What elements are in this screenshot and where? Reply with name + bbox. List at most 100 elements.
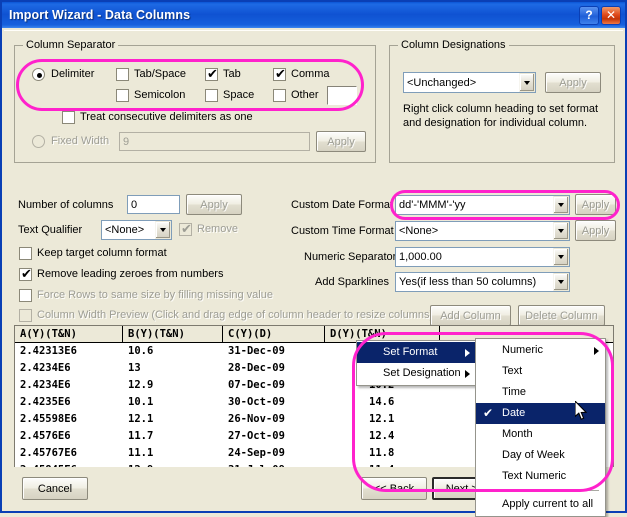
chevron-down-icon[interactable] [553, 248, 569, 266]
delimiter-radio[interactable] [32, 68, 45, 81]
grid-column-header[interactable]: B(Y)(T&N) [123, 326, 223, 342]
numeric-separator-label: Numeric Separator [304, 251, 396, 263]
cancel-button[interactable]: Cancel [22, 477, 88, 500]
column-designation-dropdown[interactable]: <Unchanged> [403, 72, 536, 93]
grid-cell[interactable]: 2.42313E6 [15, 343, 123, 360]
grid-cell[interactable]: 2.4234E6 [15, 360, 123, 377]
grid-cell[interactable]: 10.6 [123, 343, 223, 360]
label-keep-target-format: Keep target column format [37, 247, 167, 259]
custom-date-format-apply-button[interactable]: Apply [575, 194, 616, 215]
grid-cell[interactable]: 12.1 [364, 411, 479, 428]
grid-cell[interactable]: 11.7 [123, 428, 223, 445]
help-icon[interactable]: ? [579, 6, 599, 25]
grid-cell[interactable]: 31-Dec-09 [223, 343, 325, 360]
submenu-arrow-icon [465, 370, 470, 378]
delimiter-label: Delimiter [51, 68, 94, 80]
submenu-arrow-icon [594, 347, 599, 355]
menu-item-time[interactable]: Time [476, 382, 605, 403]
delete-column-button[interactable]: Delete Column [518, 305, 605, 326]
chevron-down-icon[interactable] [519, 73, 535, 92]
menu-item-month[interactable]: Month [476, 424, 605, 445]
checkbox-comma[interactable]: ✔ [273, 68, 286, 81]
custom-date-format-dropdown[interactable]: dd'-'MMM'-'yy [395, 195, 570, 215]
menu-item-numeric[interactable]: Numeric [476, 340, 605, 361]
menu-item-set-designation[interactable]: Set Designation [357, 363, 476, 384]
chevron-down-icon[interactable] [553, 196, 569, 214]
checkbox-space[interactable] [205, 89, 218, 102]
numeric-separator-value: 1,000.00 [396, 251, 553, 263]
grid-cell[interactable]: 26-Nov-09 [223, 411, 325, 428]
menu-item-label: Apply current to all [502, 498, 593, 510]
menu-item-text-numeric[interactable]: Text Numeric [476, 466, 605, 487]
custom-time-format-apply-button[interactable]: Apply [575, 220, 616, 241]
grid-cell[interactable]: 12.1 [123, 411, 223, 428]
checkbox-keep-target-format[interactable] [19, 247, 32, 260]
back-button[interactable]: << Back [361, 477, 427, 500]
chevron-down-icon[interactable] [553, 273, 569, 291]
label-column-width-preview: Column Width Preview (Click and drag edg… [37, 309, 433, 321]
grid-cell[interactable]: 11.1 [123, 445, 223, 462]
fixed-width-label: Fixed Width [51, 135, 109, 147]
grid-cell[interactable]: 2.4576E6 [15, 428, 123, 445]
grid-cell[interactable]: 2.45598E6 [15, 411, 123, 428]
add-sparklines-dropdown[interactable]: Yes(if less than 50 columns) [395, 272, 570, 292]
column-designation-apply-button[interactable]: Apply [545, 72, 601, 93]
checkbox-column-width-preview[interactable] [19, 309, 32, 322]
checkbox-remove-leading-zeroes[interactable]: ✔ [19, 268, 32, 281]
grid-cell[interactable]: 11.8 [364, 445, 479, 462]
custom-time-format-label: Custom Time Format [291, 225, 394, 237]
other-delimiter-input[interactable] [327, 86, 357, 105]
close-icon[interactable]: ✕ [601, 6, 621, 25]
grid-cell[interactable]: 30-Oct-09 [223, 394, 325, 411]
grid-cell[interactable]: 13 [123, 360, 223, 377]
grid-cell[interactable]: 2.4234E6 [15, 377, 123, 394]
checkbox-remove[interactable]: ✔ [179, 223, 192, 236]
text-qualifier-dropdown[interactable]: <None> [101, 220, 172, 240]
add-column-button[interactable]: Add Column [430, 305, 511, 326]
grid-cell[interactable]: 12.4 [364, 428, 479, 445]
column-separator-legend: Column Separator [23, 39, 118, 51]
number-of-columns-label: Number of columns [18, 199, 113, 211]
set-format-submenu[interactable]: Numeric Text Time ✔ Date Month Day of We… [475, 338, 606, 517]
add-sparklines-label: Add Sparklines [315, 276, 389, 288]
column-context-menu[interactable]: Set Format Set Designation [356, 340, 477, 386]
chevron-down-icon[interactable] [553, 222, 569, 240]
grid-cell[interactable]: 12.9 [123, 377, 223, 394]
checkbox-tab-space[interactable] [116, 68, 129, 81]
menu-separator [482, 490, 599, 491]
number-of-columns-apply-button[interactable]: Apply [186, 194, 242, 215]
custom-time-format-value: <None> [396, 225, 553, 237]
checkbox-force-rows[interactable] [19, 289, 32, 302]
grid-cell[interactable]: 2.4235E6 [15, 394, 123, 411]
label-remove-leading-zeroes: Remove leading zeroes from numbers [37, 268, 223, 280]
grid-column-header[interactable]: C(Y)(D) [223, 326, 325, 342]
import-wizard-dialog: Import Wizard - Data Columns ? ✕ Column … [0, 0, 627, 513]
menu-item-set-format[interactable]: Set Format [357, 342, 476, 363]
grid-cell[interactable]: 24-Sep-09 [223, 445, 325, 462]
grid-cell[interactable]: 28-Dec-09 [223, 360, 325, 377]
checkbox-other[interactable] [273, 89, 286, 102]
grid-column-header[interactable]: A(Y)(T&N) [15, 326, 123, 342]
numeric-separator-dropdown[interactable]: 1,000.00 [395, 247, 570, 267]
menu-item-apply-current-to-all[interactable]: Apply current to all [476, 494, 605, 515]
grid-cell[interactable]: 07-Dec-09 [223, 377, 325, 394]
grid-cell[interactable]: 14.6 [364, 394, 479, 411]
custom-time-format-dropdown[interactable]: <None> [395, 221, 570, 241]
column-designations-group: Column Designations <Unchanged> Apply Ri… [389, 45, 615, 163]
fixed-width-apply-button[interactable]: Apply [316, 131, 366, 152]
menu-item-day-of-week[interactable]: Day of Week [476, 445, 605, 466]
chevron-down-icon[interactable] [155, 221, 171, 239]
grid-cell[interactable]: 10.1 [123, 394, 223, 411]
fixed-width-radio[interactable] [32, 135, 45, 148]
checkbox-treat-consecutive[interactable] [62, 111, 75, 124]
menu-item-label: Set Format [383, 346, 437, 358]
text-qualifier-label: Text Qualifier [18, 224, 82, 236]
grid-cell[interactable]: 27-Oct-09 [223, 428, 325, 445]
number-of-columns-input[interactable]: 0 [127, 195, 180, 214]
menu-item-text[interactable]: Text [476, 361, 605, 382]
checkbox-tab[interactable]: ✔ [205, 68, 218, 81]
fixed-width-input[interactable]: 9 [119, 132, 310, 151]
checkbox-semicolon[interactable] [116, 89, 129, 102]
grid-cell[interactable]: 2.45767E6 [15, 445, 123, 462]
label-semicolon: Semicolon [134, 89, 185, 101]
